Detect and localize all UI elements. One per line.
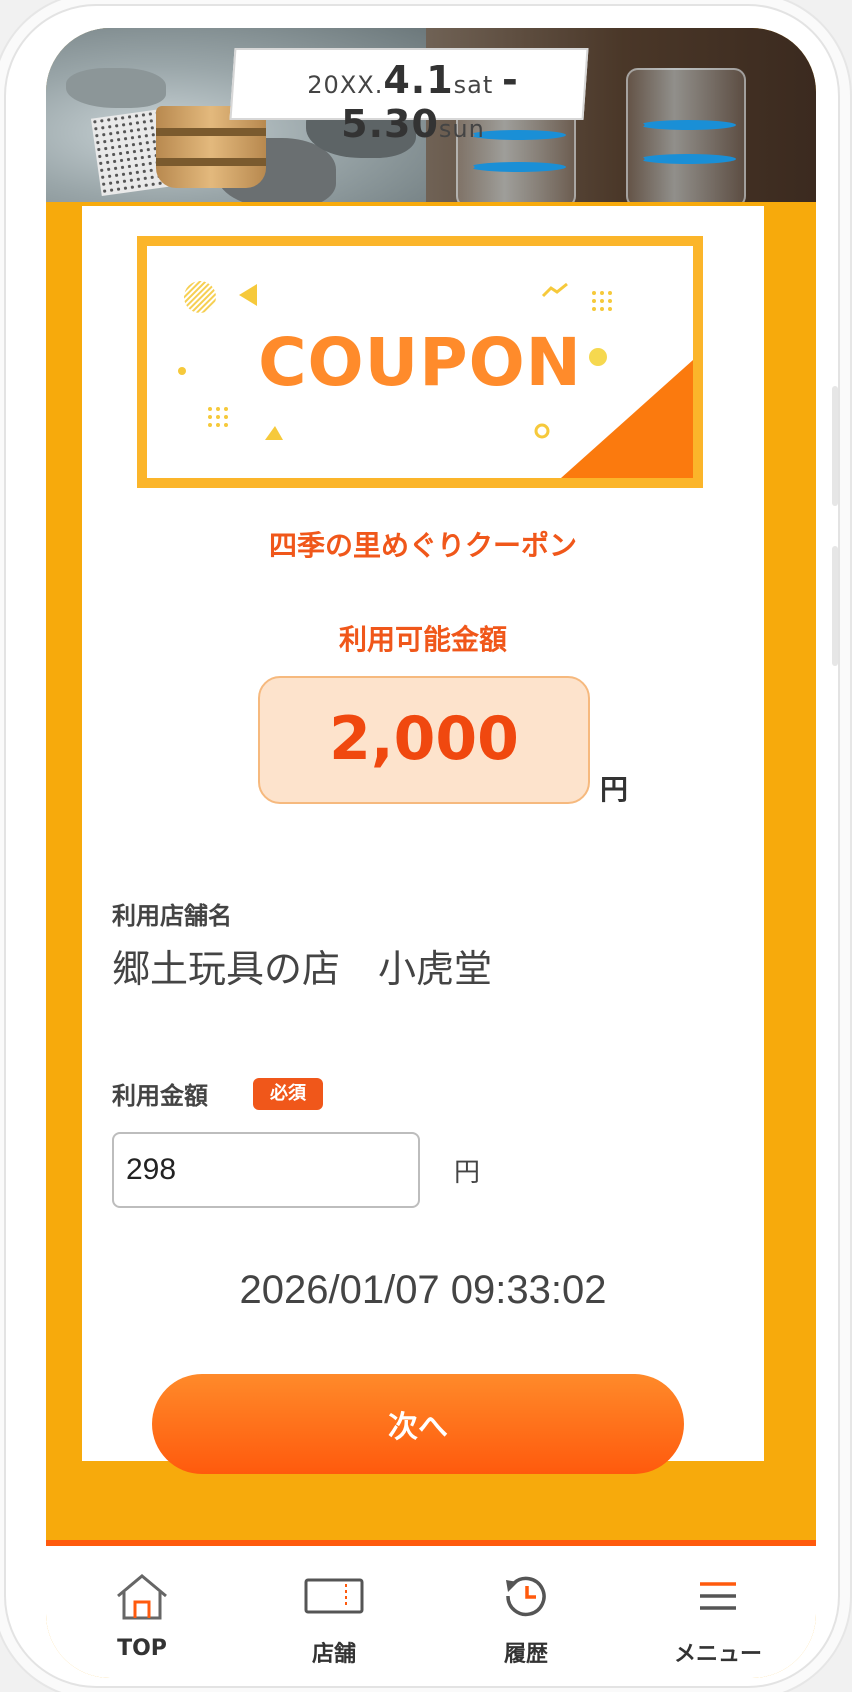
available-amount-box: 2,000 xyxy=(258,676,590,804)
phone-frame: 20XX.4.1sat - 5.30sun COUPON 四季の里めぐりクーポン… xyxy=(4,4,840,1688)
history-icon xyxy=(506,1576,546,1617)
glass xyxy=(626,68,746,202)
nav-label-top: TOP xyxy=(117,1636,167,1661)
coupon-title: COUPON xyxy=(258,324,582,401)
store-name: 郷土玩具の店 小虎堂 xyxy=(112,947,493,991)
ring-icon xyxy=(534,423,550,439)
phone-side-button xyxy=(832,546,838,666)
stripe-circle-icon xyxy=(184,281,216,313)
coupon-name: 四季の里めぐりクーポン xyxy=(268,529,577,562)
use-amount-unit: 円 xyxy=(454,1158,481,1188)
required-badge: 必須 xyxy=(253,1078,323,1110)
app-screen: 20XX.4.1sat - 5.30sun COUPON 四季の里めぐりクーポン… xyxy=(46,28,816,1678)
bottom-nav: TOP 店舗 履歴 メニュー xyxy=(46,1540,816,1678)
rock xyxy=(66,68,166,108)
nav-label-history: 履歴 xyxy=(503,1642,548,1667)
available-amount-label: 利用可能金額 xyxy=(338,623,507,656)
store-label: 利用店舗名 xyxy=(112,902,232,930)
nav-label-store: 店舗 xyxy=(311,1642,356,1667)
available-amount-unit: 円 xyxy=(600,773,629,806)
dots-icon xyxy=(592,291,612,311)
next-button[interactable]: 次へ xyxy=(152,1374,684,1474)
coupon-graphic: COUPON xyxy=(137,236,703,488)
nav-item-top[interactable]: TOP xyxy=(46,1546,238,1678)
available-amount-value: 2,000 xyxy=(329,704,519,774)
home-icon xyxy=(117,1574,167,1620)
squiggle-icon xyxy=(541,282,568,298)
use-amount-input[interactable] xyxy=(112,1132,420,1208)
timestamp: 2026/01/07 09:33:02 xyxy=(239,1268,607,1312)
dots-icon xyxy=(208,407,228,427)
phone-side-button xyxy=(832,386,838,506)
triangle-icon xyxy=(239,284,257,306)
nav-label-menu: メニュー xyxy=(673,1642,762,1667)
event-period: 20XX.4.1sat - 5.30sun xyxy=(307,58,519,146)
nav-item-menu[interactable]: メニュー xyxy=(622,1546,814,1678)
store-icon xyxy=(304,1578,364,1614)
nav-item-store[interactable]: 店舗 xyxy=(238,1546,430,1678)
use-amount-label: 利用金額 xyxy=(112,1082,208,1110)
triangle-icon xyxy=(265,426,283,440)
coupon-card: COUPON 四季の里めぐりクーポン 利用可能金額 2,000 円 利用店舗名 … xyxy=(82,206,764,1626)
menu-icon xyxy=(700,1582,736,1610)
nav-item-history[interactable]: 履歴 xyxy=(430,1546,622,1678)
event-banner: 20XX.4.1sat - 5.30sun xyxy=(46,28,816,202)
